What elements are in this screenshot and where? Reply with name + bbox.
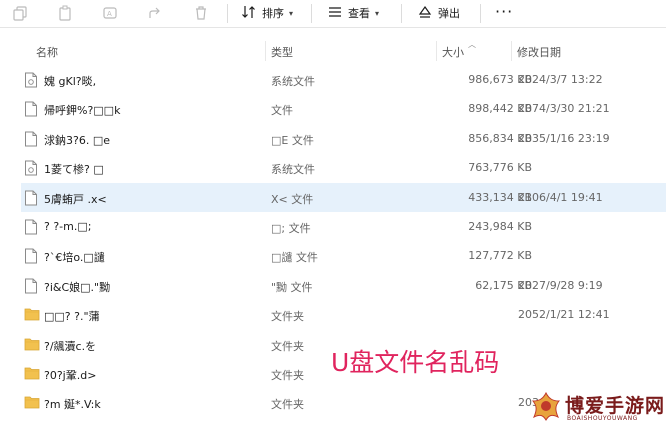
svg-text:A: A	[107, 10, 112, 18]
row-name: 1菱て椮? □	[44, 163, 104, 177]
watermark-subtitle: BOAISHOUYOUWANG	[567, 415, 638, 422]
file-icon	[24, 131, 38, 147]
row-type: □E 文件	[271, 133, 314, 147]
row-size: 898,442 KB	[468, 102, 532, 116]
row-type: "黝 文件	[271, 280, 313, 294]
row-size: 763,776 KB	[468, 161, 532, 175]
row-type: 文件夹	[271, 310, 304, 324]
caption-text: U盘文件名乱码	[331, 348, 500, 377]
folder-icon	[24, 395, 40, 411]
toolbar-separator	[480, 4, 481, 23]
row-name: ?i&C娘□."黝	[44, 280, 111, 294]
row-name: □□? ?."蒲	[44, 310, 100, 324]
row-size: 986,673 KB	[468, 73, 532, 86]
delete-icon[interactable]	[193, 5, 209, 21]
sort-label: 排序	[262, 7, 284, 20]
row-date: 2035/1/16 23:19	[518, 131, 610, 145]
row-name: ?`€培o.□譴	[44, 251, 105, 265]
watermark-title: 博爱手游网	[565, 395, 666, 417]
watermark-logo-icon	[529, 389, 563, 423]
row-date: 2024/3/7 13:22	[518, 73, 603, 86]
row-type: 系统文件	[271, 163, 315, 177]
row-size: 433,134 KB	[468, 190, 532, 204]
row-date: 2074/3/30 21:21	[518, 102, 610, 116]
row-name: ?m 娫*.V:k	[44, 398, 101, 412]
row-date: 2052/1/21 12:41	[518, 308, 610, 322]
row-type: □; 文件	[271, 222, 311, 235]
row-size: 856,834 KB	[468, 131, 532, 145]
row-name: 帰呼鉀%?□□k	[44, 104, 121, 118]
file-row[interactable]: ? ?-m.□; □; 文件 243,984 KB	[21, 212, 666, 241]
row-name: 媿 gKl?晱,	[44, 75, 97, 88]
toolbar-separator	[227, 4, 228, 23]
share-icon[interactable]	[147, 5, 163, 21]
column-name-header[interactable]: 名称	[36, 44, 58, 60]
column-date-header[interactable]: 修改日期	[517, 44, 561, 60]
column-divider[interactable]	[436, 41, 437, 61]
column-size-header[interactable]: 大小	[442, 44, 464, 60]
file-icon	[24, 190, 38, 206]
view-label: 查看	[348, 7, 370, 20]
row-type: 文件夹	[271, 339, 304, 353]
copy-icon[interactable]	[12, 5, 28, 21]
folder-icon	[24, 307, 40, 323]
folder-icon	[24, 337, 40, 353]
file-row[interactable]: ?i&C娘□."黝 "黝 文件 62,175 KB 2027/9/28 9:19	[21, 271, 666, 300]
column-type-header[interactable]: 类型	[271, 44, 293, 60]
row-date: 2106/4/1 19:41	[518, 190, 603, 204]
row-type: 系统文件	[271, 75, 315, 88]
site-watermark: 博爱手游网 BOAISHOUYOUWANG	[527, 387, 666, 427]
file-row[interactable]: 帰呼鉀%?□□k 文件 898,442 KB 2074/3/30 21:21	[21, 94, 666, 123]
chevron-down-icon: ▾	[375, 8, 380, 18]
row-type: 文件夹	[271, 369, 304, 382]
file-icon	[24, 101, 38, 117]
row-size: 127,772 KB	[468, 249, 532, 263]
row-name: ? ?-m.□;	[44, 220, 92, 233]
chevron-down-icon: ▾	[289, 8, 294, 18]
column-divider[interactable]	[511, 41, 512, 61]
column-header: 名称 类型 大小 修改日期	[0, 39, 666, 61]
row-name: ?/飊瀆c.を	[44, 339, 97, 353]
view-button[interactable]: 查看 ▾	[327, 4, 379, 22]
row-date: 2027/9/28 9:19	[518, 278, 603, 292]
file-row[interactable]: 5膚蛕戸 .x< X< 文件 433,134 KB 2106/4/1 19:41	[21, 182, 666, 212]
eject-label: 弹出	[438, 7, 460, 20]
more-options-button[interactable]: ···	[495, 2, 513, 21]
system-file-icon	[24, 72, 38, 88]
row-name: 浗鈉3?6. □e	[44, 133, 110, 147]
column-divider[interactable]	[265, 41, 266, 61]
file-row[interactable]: 1菱て椮? □ 系统文件 763,776 KB	[21, 153, 666, 182]
toolbar-separator	[311, 4, 312, 23]
sort-button[interactable]: 排序 ▾	[241, 4, 293, 22]
row-type: X< 文件	[271, 192, 314, 206]
row-size: 62,175 KB	[475, 278, 532, 292]
command-bar: A 排序 ▾ 查看 ▾ 弹出 ···	[0, 0, 666, 28]
row-name: 5膚蛕戸 .x<	[44, 192, 107, 206]
folder-row[interactable]: □□? ?."蒲 文件夹 2052/1/21 12:41	[21, 300, 666, 329]
sort-ascending-icon: ︿	[468, 40, 476, 49]
file-row[interactable]: ?`€培o.□譴 □譴 文件 127,772 KB	[21, 241, 666, 270]
row-type: 文件	[271, 104, 293, 118]
eject-button[interactable]: 弹出	[417, 4, 460, 22]
file-row[interactable]: 媿 gKl?晱, 系统文件 986,673 KB 2024/3/7 13:22	[21, 65, 666, 94]
file-row[interactable]: 浗鈉3?6. □e □E 文件 856,834 KB 2035/1/16 23:19	[21, 124, 666, 153]
sort-icon	[241, 4, 257, 23]
paste-icon[interactable]	[57, 5, 73, 21]
row-type: 文件夹	[271, 398, 304, 412]
rename-icon[interactable]: A	[102, 5, 118, 21]
file-icon	[24, 219, 38, 235]
eject-icon	[417, 4, 433, 23]
row-type: □譴 文件	[271, 251, 318, 265]
view-icon	[327, 4, 343, 23]
row-name: ?0?j鞏.d>	[44, 369, 97, 382]
file-icon	[24, 248, 38, 264]
folder-icon	[24, 366, 40, 382]
row-size: 243,984 KB	[468, 220, 532, 233]
toolbar-separator	[401, 4, 402, 23]
file-icon	[24, 278, 38, 294]
system-file-icon	[24, 160, 38, 176]
